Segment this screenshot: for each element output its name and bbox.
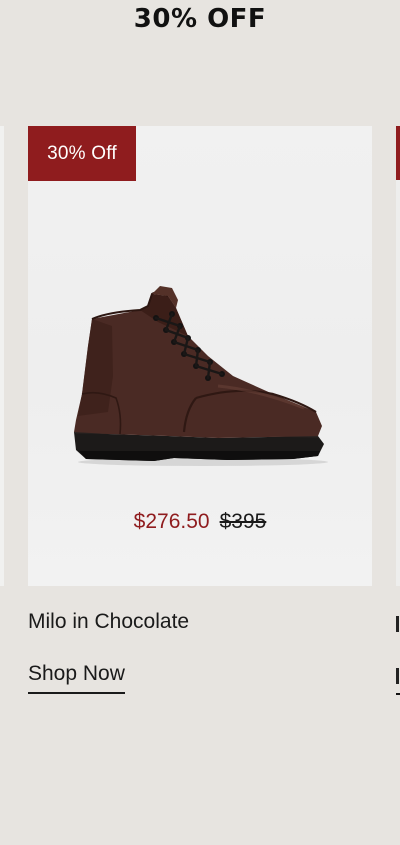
price-row: $276.50 $395 bbox=[28, 510, 372, 534]
next-card-link-underline bbox=[396, 693, 400, 695]
product-image[interactable] bbox=[68, 286, 338, 471]
discount-badge: 30% Off bbox=[28, 126, 136, 181]
next-card-badge-edge bbox=[396, 126, 400, 180]
next-card-text-edge bbox=[396, 616, 399, 632]
previous-card-edge[interactable] bbox=[0, 126, 4, 586]
product-card[interactable]: 30% Off $276.50 $395 bbox=[28, 126, 372, 586]
product-name[interactable]: Milo in Chocolate bbox=[28, 610, 189, 634]
promo-headline: 30% OFF bbox=[133, 4, 267, 34]
sale-price: $276.50 bbox=[133, 510, 210, 533]
next-card-edge[interactable] bbox=[396, 126, 400, 586]
shop-now-link[interactable]: Shop Now bbox=[28, 662, 125, 694]
original-price: $395 bbox=[219, 510, 267, 533]
next-card-link-edge bbox=[396, 668, 399, 684]
